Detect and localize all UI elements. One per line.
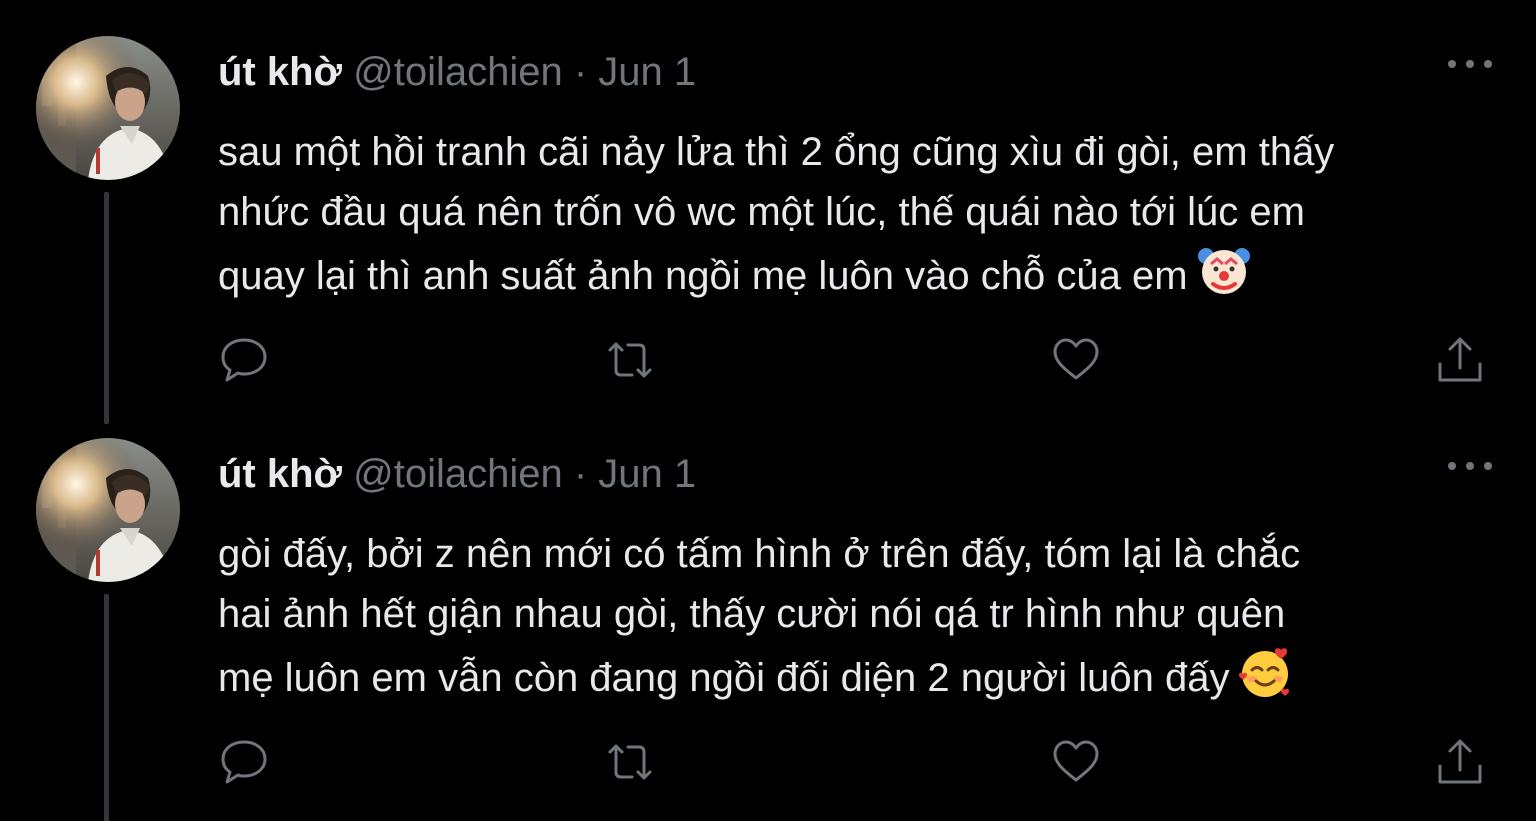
separator-dot: · — [573, 452, 588, 496]
avatar[interactable] — [36, 438, 180, 582]
share-icon[interactable] — [1434, 736, 1486, 788]
display-name[interactable]: út khờ — [218, 452, 342, 496]
tweet-text-content: gòi đấy, bởi z nên mới có tấm hình ở trê… — [218, 532, 1301, 701]
display-name[interactable]: út khờ — [218, 50, 342, 94]
separator-dot: · — [573, 50, 588, 94]
clown-face-icon — [1196, 242, 1252, 315]
smiling-face-with-hearts-icon — [1237, 644, 1293, 717]
more-options-icon[interactable] — [1446, 452, 1494, 480]
tweet-date[interactable]: Jun 1 — [598, 452, 696, 496]
like-icon[interactable] — [1050, 736, 1102, 788]
tweet-actions — [218, 334, 1490, 386]
tweet-thread: út khờ @toilachien · Jun 1 sau một hồi t… — [0, 0, 1536, 821]
share-icon[interactable] — [1434, 334, 1486, 386]
tweet-header: út khờ @toilachien · Jun 1 — [218, 48, 696, 96]
retweet-icon[interactable] — [604, 334, 656, 386]
tweet-date[interactable]: Jun 1 — [598, 50, 696, 94]
tweet-text: sau một hồi tranh cãi nảy lửa thì 2 ổng … — [218, 122, 1508, 315]
like-icon[interactable] — [1050, 334, 1102, 386]
tweet-header: út khờ @toilachien · Jun 1 — [218, 450, 696, 498]
tweet[interactable]: út khờ @toilachien · Jun 1 sau một hồi t… — [0, 0, 1536, 424]
avatar-photo — [36, 438, 180, 582]
thread-connector-line — [104, 594, 109, 821]
user-handle[interactable]: @toilachien — [353, 50, 563, 94]
avatar-photo — [36, 36, 180, 180]
tweet-text-content: sau một hồi tranh cãi nảy lửa thì 2 ổng … — [218, 130, 1335, 299]
more-options-icon[interactable] — [1446, 50, 1494, 78]
user-handle[interactable]: @toilachien — [353, 452, 563, 496]
tweet-actions — [218, 736, 1490, 788]
tweet[interactable]: út khờ @toilachien · Jun 1 gòi đấy, bởi … — [0, 402, 1536, 821]
tweet-text: gòi đấy, bởi z nên mới có tấm hình ở trê… — [218, 524, 1508, 717]
reply-icon[interactable] — [218, 334, 270, 386]
thread-connector-line — [104, 192, 109, 424]
reply-icon[interactable] — [218, 736, 270, 788]
avatar[interactable] — [36, 36, 180, 180]
retweet-icon[interactable] — [604, 736, 656, 788]
